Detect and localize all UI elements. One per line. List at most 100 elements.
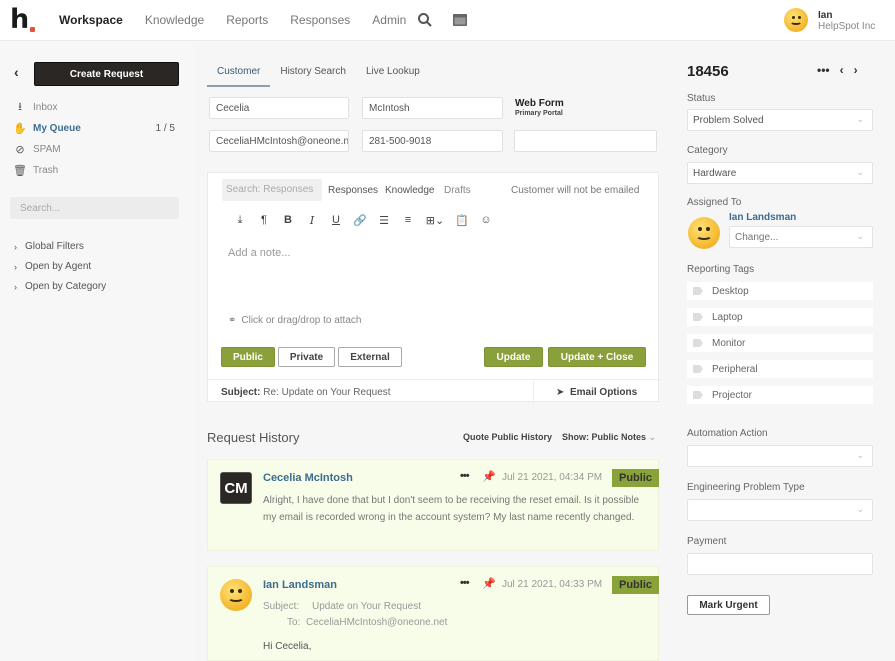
email-options-button[interactable]: ➤ Email Options	[556, 387, 637, 398]
sidebar-item-inbox[interactable]: ⭳ Inbox	[14, 99, 179, 115]
attachment-icon: ⚭	[228, 315, 237, 326]
show-filter-dropdown[interactable]: Show: Public Notes ⌄	[562, 432, 656, 443]
collapse-sidebar-icon[interactable]: ‹	[14, 64, 19, 80]
nav-workspace[interactable]: Workspace	[59, 13, 123, 27]
automation-action-select[interactable]: ⌄	[687, 445, 873, 467]
note-editor: Search: Responses Responses Knowledge Dr…	[207, 172, 660, 404]
tag-icon	[693, 391, 703, 399]
chevron-down-icon: ⌄	[856, 167, 864, 177]
tag-icon	[693, 365, 703, 373]
knowledge-link[interactable]: Knowledge	[385, 185, 434, 196]
sidebar-search-input[interactable]: Search...	[10, 197, 179, 219]
history-note: CM Cecelia McIntosh ••• 📌 Jul 21 2021, 0…	[207, 459, 659, 551]
previous-request-icon[interactable]: ‹	[840, 63, 844, 77]
bullet-list-icon[interactable]: ☰	[372, 211, 396, 229]
drafts-link[interactable]: Drafts	[444, 185, 471, 196]
customer-id-field[interactable]	[514, 130, 657, 152]
search-icon[interactable]	[417, 12, 433, 28]
filter-group-category[interactable]: › Open by Category	[14, 281, 106, 292]
responses-search-input[interactable]: Search: Responses	[222, 179, 322, 201]
visibility-public-button[interactable]: Public	[221, 347, 275, 367]
note-date: Jul 21 2021, 04:34 PM	[502, 472, 603, 483]
create-request-button[interactable]: Create Request	[34, 62, 179, 86]
attach-dropzone[interactable]: ⚭ Click or drag/drop to attach	[228, 315, 361, 326]
email-field[interactable]: CeceliaHMcIntosh@oneone.net	[209, 130, 349, 152]
update-button[interactable]: Update	[484, 347, 543, 367]
source-subtitle: Primary Portal	[515, 110, 563, 117]
next-request-icon[interactable]: ›	[854, 63, 858, 77]
engineering-problem-select[interactable]: ⌄	[687, 499, 873, 521]
category-label: Category	[687, 145, 728, 156]
sidebar-item-trash[interactable]: 🗑 Trash	[13, 162, 179, 178]
footer-divider	[533, 380, 534, 404]
sidebar-item-my-queue[interactable]: ✋ My Queue 1 / 5	[13, 120, 179, 136]
tab-history-search[interactable]: History Search	[270, 60, 356, 87]
nav-responses[interactable]: Responses	[290, 13, 350, 27]
pin-icon[interactable]: 📌	[482, 470, 496, 483]
tag-monitor[interactable]: Monitor	[687, 334, 873, 352]
user-org: HelpSpot Inc	[818, 21, 876, 32]
sidebar-item-spam[interactable]: ⊘ SPAM	[14, 141, 179, 157]
note-author[interactable]: Ian Landsman	[263, 579, 337, 591]
emoji-icon[interactable]: ☺	[474, 211, 498, 229]
filter-group-agent[interactable]: › Open by Agent	[14, 261, 91, 272]
download-icon[interactable]: ⤓	[228, 211, 252, 229]
status-select[interactable]: Problem Solved ⌄	[687, 109, 873, 131]
note-greeting: Hi Cecelia,	[263, 641, 312, 652]
note-author[interactable]: Cecelia McIntosh	[263, 472, 353, 484]
chevron-right-icon: ›	[14, 281, 17, 292]
top-navigation-bar: h Workspace Knowledge Reports Responses …	[0, 0, 895, 41]
editor-footer: Subject: Re: Update on Your Request ➤ Em…	[208, 379, 660, 404]
quote-public-history-link[interactable]: Quote Public History	[463, 432, 552, 442]
chevron-down-icon: ⌄	[856, 231, 864, 241]
bold-icon[interactable]: B	[276, 211, 300, 229]
inbox-icon: ⭳	[18, 100, 22, 113]
tab-live-lookup[interactable]: Live Lookup	[356, 60, 430, 87]
trash-icon: 🗑	[13, 164, 27, 177]
mark-urgent-button[interactable]: Mark Urgent	[687, 595, 770, 615]
paste-icon[interactable]: 📋	[450, 211, 474, 229]
italic-icon[interactable]: I	[300, 211, 324, 229]
pin-icon[interactable]: 📌	[482, 577, 496, 590]
link-icon[interactable]: 🔗	[348, 211, 372, 229]
payment-field[interactable]	[687, 553, 873, 575]
tag-projector[interactable]: Projector	[687, 386, 873, 404]
update-close-button[interactable]: Update + Close	[548, 347, 646, 367]
first-name-field[interactable]: Cecelia	[209, 97, 349, 119]
visibility-external-button[interactable]: External	[338, 347, 402, 367]
filter-group-global[interactable]: › Global Filters	[14, 241, 84, 252]
phone-field[interactable]: 281-500-9018	[362, 130, 503, 152]
more-options-icon[interactable]: •••	[460, 577, 470, 589]
responses-link[interactable]: Responses	[328, 185, 378, 196]
agent-avatar	[220, 579, 252, 611]
nav-reports[interactable]: Reports	[226, 13, 268, 27]
tag-peripheral[interactable]: Peripheral	[687, 360, 873, 378]
underline-icon[interactable]: U	[324, 211, 348, 229]
helpspot-logo[interactable]: h	[10, 6, 35, 34]
paragraph-icon[interactable]: ¶	[252, 211, 276, 229]
numbered-list-icon[interactable]: ≡	[396, 211, 420, 229]
subject-line[interactable]: Subject: Re: Update on Your Request	[221, 387, 391, 398]
visibility-private-button[interactable]: Private	[278, 347, 335, 367]
window-icon[interactable]	[452, 12, 468, 28]
category-select[interactable]: Hardware ⌄	[687, 162, 873, 184]
main-nav: Workspace Knowledge Reports Responses Ad…	[59, 13, 428, 27]
change-assignee-select[interactable]: Change... ⌄	[729, 226, 873, 248]
chevron-down-icon: ⌄	[856, 450, 864, 460]
reporting-tags-label: Reporting Tags	[687, 264, 755, 275]
last-name-field[interactable]: McIntosh	[362, 97, 503, 119]
table-icon[interactable]: ⊞⌄	[420, 211, 450, 229]
engineering-problem-label: Engineering Problem Type	[687, 482, 805, 493]
more-options-icon[interactable]: •••	[817, 63, 830, 77]
nav-knowledge[interactable]: Knowledge	[145, 13, 204, 27]
note-textarea[interactable]: Add a note...	[228, 247, 290, 259]
automation-action-label: Automation Action	[687, 428, 768, 439]
nav-admin[interactable]: Admin	[372, 13, 406, 27]
tag-desktop[interactable]: Desktop	[687, 282, 873, 300]
ban-icon: ⊘	[15, 143, 25, 156]
more-options-icon[interactable]: •••	[460, 470, 470, 482]
assigned-label: Assigned To	[687, 197, 742, 208]
chevron-down-icon: ⌄	[856, 114, 864, 124]
tab-customer[interactable]: Customer	[207, 60, 271, 87]
tag-laptop[interactable]: Laptop	[687, 308, 873, 326]
